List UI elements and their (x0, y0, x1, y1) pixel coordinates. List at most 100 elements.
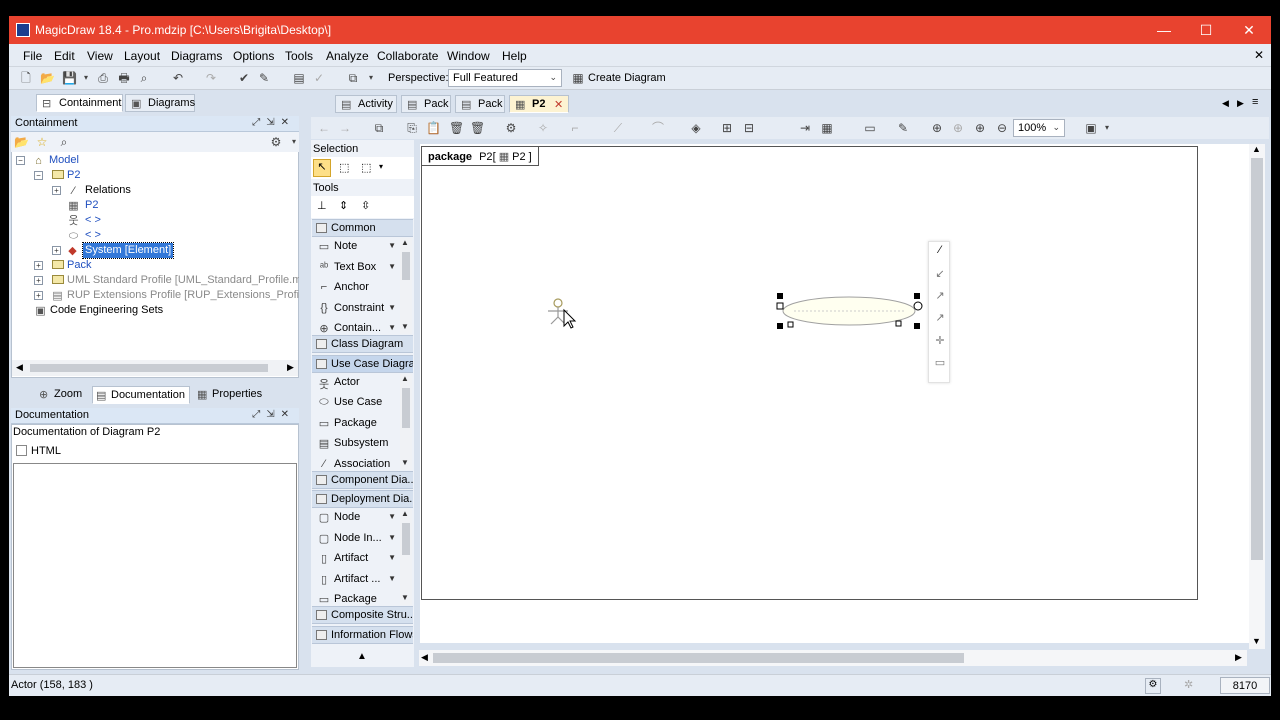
actor-shape[interactable] (540, 294, 580, 334)
minimize-button[interactable]: — (1154, 20, 1174, 40)
tab-p2[interactable]: ▦ P2 ✕ (509, 95, 569, 113)
pointer-tool-icon[interactable]: ↖ (313, 159, 331, 177)
diagram-options-dropdown-icon[interactable]: ▾ (1100, 121, 1114, 135)
tree-item-system[interactable]: + ◆ System [Element] (52, 242, 272, 259)
tab-list-icon[interactable]: ≡ (1252, 96, 1258, 108)
dropdown-icon[interactable]: ▼ (388, 512, 396, 521)
tab-scroll-left-icon[interactable]: ◀ (1222, 98, 1229, 109)
documentation-textarea[interactable] (13, 463, 297, 668)
tree-item-actor[interactable]: 웃 < > (52, 213, 252, 228)
use-case-scrollbar[interactable]: ▲ ▼ (400, 374, 412, 470)
palette-item-deployment-package[interactable]: ▭ Package (313, 590, 399, 606)
back-icon[interactable]: ← (317, 121, 331, 135)
gear-dropdown-icon[interactable]: ▾ (287, 135, 301, 149)
perspective-select[interactable]: Full Featured ⌄ (448, 69, 562, 87)
tree-item-relations[interactable]: + ⁄ Relations (52, 183, 272, 198)
dropdown-icon[interactable]: ▼ (388, 323, 396, 332)
oblique-icon[interactable]: ⟋ (611, 121, 625, 135)
common-scrollbar[interactable]: ▲ ▼ (400, 238, 412, 334)
close-window-button[interactable]: ✕ (1239, 20, 1259, 40)
delete-icon[interactable]: 🗑 (449, 121, 464, 135)
palette-item-anchor[interactable]: ⌐ Anchor (313, 278, 399, 298)
palette-item-node-instance[interactable]: ▢ Node In... ▼ (313, 529, 399, 549)
zoom-out-icon[interactable]: ⊖ (995, 121, 1009, 135)
report-icon[interactable]: ▤ (292, 71, 306, 85)
favorites-star-icon[interactable]: ☆ (35, 135, 49, 149)
canvas-vertical-scrollbar[interactable]: ▲ ▼ (1249, 144, 1265, 649)
tree-item-pack[interactable]: + Pack (34, 258, 274, 273)
scroll-thumb[interactable] (402, 388, 410, 428)
deployment-scrollbar[interactable]: ▲ ▼ (400, 509, 412, 605)
html-checkbox[interactable] (16, 445, 27, 456)
palette-group-component[interactable]: Component Dia... (312, 471, 413, 489)
close-tab-icon[interactable]: ✕ (554, 98, 563, 111)
scroll-thumb[interactable] (1251, 158, 1263, 560)
close-project-button[interactable]: ✕ (1254, 48, 1264, 62)
expand-icon[interactable]: + (34, 291, 43, 300)
open-folder-icon[interactable]: 📂 (14, 135, 29, 149)
diagram-frame-header[interactable]: package P2[ ▦ P2 ] (422, 147, 539, 166)
tree-item-p2[interactable]: − P2 (34, 168, 274, 183)
tree-item-rup-profile[interactable]: + ▤ RUP Extensions Profile [RUP_Extensio… (34, 288, 299, 303)
copy-icon[interactable]: ⎘ (405, 121, 419, 135)
tab-scroll-right-icon[interactable]: ▶ (1237, 98, 1244, 109)
notes-icon[interactable]: ✎ (257, 71, 271, 85)
tree-item-uml-profile[interactable]: + UML Standard Profile [UML_Standard_Pro… (34, 273, 299, 288)
scroll-up-icon[interactable]: ▲ (401, 374, 409, 383)
dropdown-icon[interactable]: ▼ (388, 262, 396, 271)
print-icon[interactable]: 🖶 (117, 71, 131, 85)
rectilinear-icon[interactable]: ⌐ (568, 121, 582, 135)
tab-documentation[interactable]: ▤ Documentation (92, 386, 190, 404)
zoom-fit-icon[interactable]: ⊕ (951, 121, 965, 135)
tab-activity[interactable]: ▤ Activity (335, 95, 397, 113)
palette-item-subsystem[interactable]: ▤ Subsystem (313, 434, 399, 454)
delete-from-model-icon[interactable]: 🗑 (470, 121, 485, 135)
generalization-tool-icon[interactable]: ↗ (932, 311, 948, 327)
resize-tool-icon[interactable]: ⇳ (361, 199, 370, 212)
lasso-tool-icon[interactable]: ⬚ (361, 161, 371, 174)
extend-tool-icon[interactable]: ↗ (932, 289, 948, 305)
spacer-tool-icon[interactable]: ⇕ (339, 199, 348, 212)
check-icon[interactable]: ✓ (312, 71, 326, 85)
scroll-up-icon[interactable]: ▲ (401, 509, 409, 518)
palette-group-common[interactable]: Common (312, 219, 413, 237)
note-tool-icon[interactable]: ▭ (932, 356, 948, 372)
path-style-icon[interactable]: ✧ (536, 121, 550, 135)
menu-tools[interactable]: Tools (285, 49, 313, 63)
undo-icon[interactable]: ↶ (171, 71, 185, 85)
use-case-shape[interactable] (774, 290, 926, 332)
collaboration-status-icon[interactable]: ⚙ (1145, 678, 1161, 694)
perspective-icon[interactable]: ⧉ (346, 71, 360, 85)
pen-icon[interactable]: ✎ (896, 121, 910, 135)
palette-group-use-case-diagram[interactable]: Use Case Diagram (312, 355, 413, 373)
scroll-right-icon[interactable]: ▶ (287, 362, 294, 373)
validate-icon[interactable]: ✔ (237, 71, 251, 85)
palette-item-text-box[interactable]: ᵃᵇ Text Box ▼ (313, 258, 399, 278)
scroll-right-icon[interactable]: ▶ (1235, 652, 1242, 663)
insert-tool-icon[interactable]: ⊥ (317, 199, 327, 212)
scroll-up-icon[interactable]: ▲ (401, 238, 409, 247)
create-diagram-icon[interactable]: ▦ (571, 71, 585, 85)
tree-item-p2-diagram[interactable]: ▦ P2 (52, 198, 252, 213)
paste-icon[interactable]: 📋 (426, 121, 441, 135)
find-icon[interactable]: ⌕ (137, 71, 151, 85)
dropdown-icon[interactable]: ▼ (388, 241, 396, 250)
scroll-thumb[interactable] (402, 523, 410, 555)
redo-icon[interactable]: ↷ (204, 71, 218, 85)
tab-zoom[interactable]: ⊕ Zoom (36, 386, 86, 404)
menu-help[interactable]: Help (502, 49, 527, 63)
menu-edit[interactable]: Edit (54, 49, 75, 63)
scroll-thumb[interactable] (433, 653, 964, 663)
palette-group-class-diagram[interactable]: Class Diagram (312, 335, 413, 353)
menu-layout[interactable]: Layout (124, 49, 160, 63)
new-project-icon[interactable]: 🗋 (19, 71, 33, 85)
forward-icon[interactable]: → (338, 121, 352, 135)
menu-analyze[interactable]: Analyze (326, 49, 369, 63)
save-dropdown-icon[interactable]: ▾ (79, 71, 93, 85)
package-diagram-frame[interactable]: package P2[ ▦ P2 ] (421, 146, 1198, 600)
hierarchy-icon[interactable]: ⚙ (504, 121, 518, 135)
panel-controls-icon[interactable]: ⤢⇲✕ (252, 117, 295, 128)
marquee-tool-icon[interactable]: ⬚ (339, 161, 349, 174)
association-tool-icon[interactable]: ⁄ (932, 244, 948, 260)
scroll-thumb[interactable] (402, 252, 410, 280)
